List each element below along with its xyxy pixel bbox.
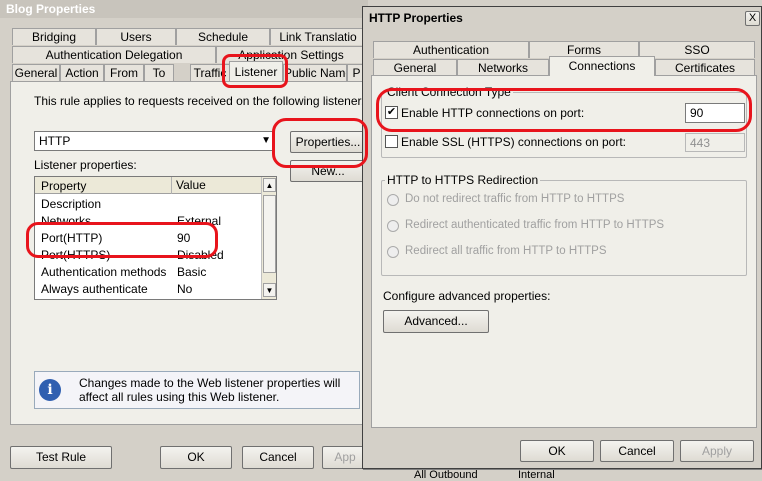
table-row[interactable]: Networks External (41, 213, 271, 230)
scroll-up-icon[interactable]: ▲ (263, 178, 276, 192)
tab-users[interactable]: Users (96, 28, 176, 45)
tab-action[interactable]: Action (60, 64, 104, 81)
blog-properties-window: Blog Properties Bridging Users Schedule … (0, 0, 368, 477)
tab-schedule[interactable]: Schedule (176, 28, 270, 45)
radio-redirect-all-label: Redirect all traffic from HTTP to HTTPS (405, 245, 607, 257)
radio-redirect-authenticated[interactable] (387, 220, 399, 232)
tab-traffic[interactable]: Traffic (190, 64, 230, 81)
listener-select-value: HTTP (39, 134, 71, 148)
tab-link-translation[interactable]: Link Translatio (270, 28, 366, 45)
tab-public-name[interactable]: Public Name (283, 64, 347, 81)
background-text-outbound: All Outbound (414, 469, 478, 481)
background-text-internal: Internal (518, 469, 555, 481)
rule-description: This rule applies to requests received o… (34, 94, 365, 108)
chevron-down-icon[interactable]: ▼ (261, 132, 271, 150)
enable-http-checkbox[interactable]: ✔ (385, 106, 398, 119)
tab-to[interactable]: To (144, 64, 174, 81)
listener-properties-list[interactable]: Property Value Description Networks Exter… (34, 176, 277, 300)
table-row[interactable]: Port(HTTP) 90 (41, 230, 271, 247)
http-ok-button[interactable]: OK (520, 440, 594, 462)
info-icon: i (39, 379, 61, 401)
tab-certificates[interactable]: Certificates (655, 59, 755, 76)
tab-authentication[interactable]: Authentication (373, 41, 529, 58)
column-value[interactable]: Value (171, 177, 206, 194)
blog-properties-title: Blog Properties (0, 0, 368, 18)
close-icon[interactable]: X (745, 11, 760, 26)
cancel-button[interactable]: Cancel (242, 446, 314, 469)
radio-redirect-all[interactable] (387, 246, 399, 258)
tab-http-general[interactable]: General (373, 59, 457, 76)
enable-ssl-label: Enable SSL (HTTPS) connections on port: (401, 135, 626, 149)
tab-general[interactable]: General (12, 64, 60, 81)
properties-button[interactable]: Properties... (290, 131, 366, 153)
advanced-properties-label: Configure advanced properties: (383, 289, 551, 303)
list-header: Property Value (35, 177, 261, 194)
info-text: Changes made to the Web listener propert… (79, 376, 341, 404)
list-scrollbar[interactable]: ▲ ▼ (261, 177, 276, 299)
tab-listener[interactable]: Listener (229, 61, 283, 81)
http-properties-title: HTTP Properties (363, 7, 761, 29)
listener-select[interactable]: HTTP ▼ (34, 131, 274, 151)
http-port-input[interactable]: 90 (685, 103, 745, 123)
table-row[interactable]: Always authenticate No (41, 281, 271, 298)
table-row[interactable]: Description (41, 196, 271, 213)
redirection-label: HTTP to HTTPS Redirection (385, 173, 541, 187)
radio-redirect-authenticated-label: Redirect authenticated traffic from HTTP… (405, 219, 665, 231)
tab-sso[interactable]: SSO (639, 41, 755, 58)
tab-connections[interactable]: Connections (549, 56, 655, 76)
advanced-button[interactable]: Advanced... (383, 310, 489, 333)
radio-no-redirect-label: Do not redirect traffic from HTTP to HTT… (405, 193, 625, 205)
http-cancel-button[interactable]: Cancel (600, 440, 674, 462)
ok-button[interactable]: OK (160, 446, 232, 469)
http-properties-window: HTTP Properties X Authentication Forms S… (362, 6, 762, 469)
tab-authentication-delegation[interactable]: Authentication Delegation (12, 46, 216, 63)
scroll-down-icon[interactable]: ▼ (263, 283, 276, 297)
enable-http-label: Enable HTTP connections on port: (401, 106, 585, 120)
table-row[interactable]: Port(HTTPS) Disabled (41, 247, 271, 264)
client-connection-type-label: Client Connection Type (385, 85, 513, 99)
listener-properties-label: Listener properties: (34, 158, 137, 172)
enable-ssl-checkbox[interactable] (385, 135, 398, 148)
scroll-thumb[interactable] (263, 195, 276, 273)
ssl-port-input[interactable]: 443 (685, 133, 745, 152)
tab-bridging[interactable]: Bridging (12, 28, 96, 45)
column-property[interactable]: Property (41, 179, 86, 193)
radio-no-redirect[interactable] (387, 194, 399, 206)
tab-from[interactable]: From (104, 64, 144, 81)
info-box: i Changes made to the Web listener prope… (34, 371, 360, 409)
table-row[interactable]: Authentication methods Basic (41, 264, 271, 281)
tab-networks[interactable]: Networks (457, 59, 549, 76)
test-rule-button[interactable]: Test Rule (10, 446, 112, 469)
new-button[interactable]: New... (290, 160, 366, 182)
http-properties-title-text: HTTP Properties (369, 11, 463, 25)
http-apply-button[interactable]: Apply (680, 440, 754, 462)
